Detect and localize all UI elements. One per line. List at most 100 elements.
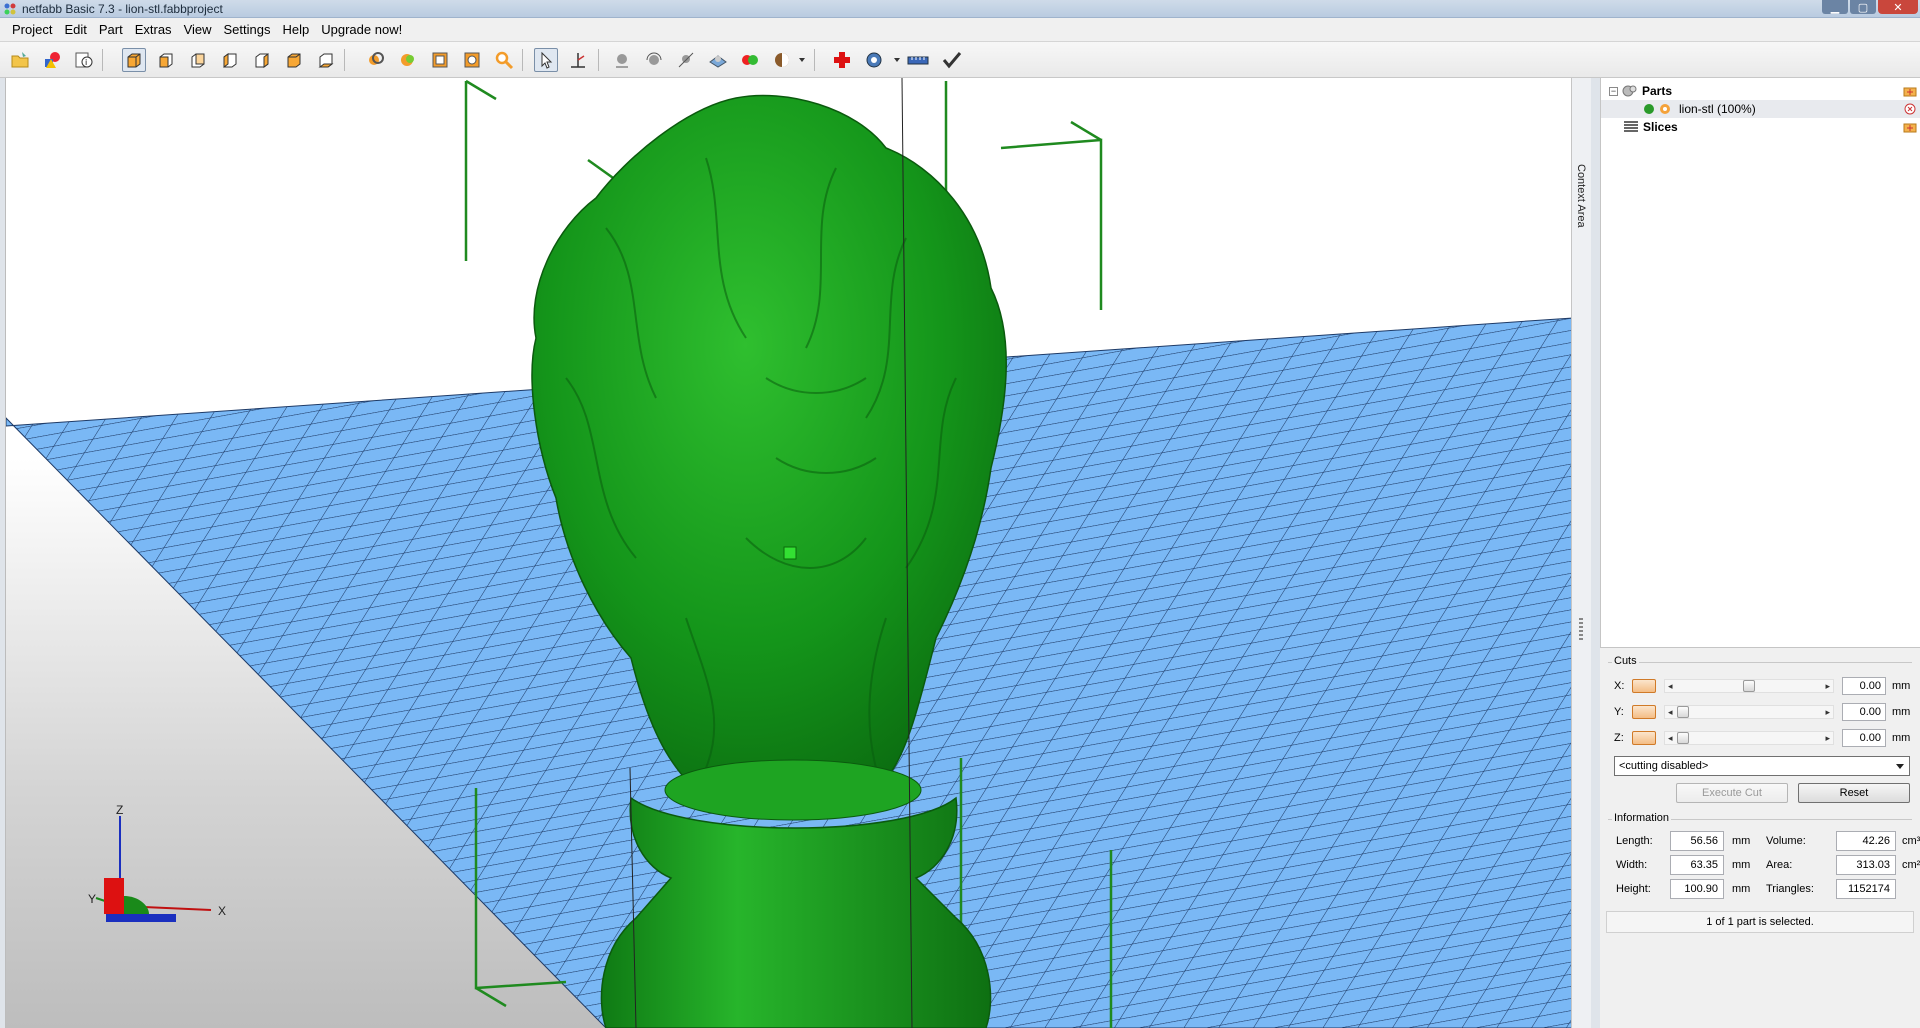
context-area-tab[interactable]: Context Area [1571,78,1591,1028]
slider-left-arrow-icon[interactable]: ◂ [1668,733,1673,744]
width-unit: mm [1732,859,1751,871]
triangles-label: Triangles: [1766,883,1814,895]
cut-row-x: X: ◂ ▸ 0.00 mm [1610,677,1910,695]
splitter-grip[interactable] [1579,618,1583,642]
view-bottom-icon[interactable] [314,48,338,72]
cut-x-slider[interactable]: ◂ ▸ [1664,679,1834,693]
slider-left-arrow-icon[interactable]: ◂ [1668,707,1673,718]
checkmark-icon[interactable] [940,48,964,72]
add-slice-folder-icon[interactable] [1903,121,1917,133]
cut-y-value-input[interactable]: 0.00 [1842,703,1886,721]
reset-button[interactable]: Reset [1798,783,1910,803]
axis-x-label: X [218,904,226,918]
part-info-icon[interactable]: i [72,48,96,72]
netfabb-app-icon [4,3,16,15]
length-label: Length: [1616,835,1653,847]
cut-z-slider-thumb[interactable] [1677,732,1689,744]
menu-view[interactable]: View [178,22,218,37]
zoom-selection-icon[interactable] [396,48,420,72]
cutting-mode-select[interactable]: <cutting disabled> [1614,756,1910,776]
cut-x-color-button[interactable] [1632,679,1656,693]
tree-part-label: lion-stl (100%) [1679,102,1756,116]
cut-z-color-button[interactable] [1632,731,1656,745]
scale-part-icon[interactable] [674,48,698,72]
collapse-toggle-icon[interactable]: − [1609,86,1618,96]
move-part-icon[interactable] [610,48,634,72]
zoom-part-icon[interactable] [460,48,484,72]
slider-right-arrow-icon[interactable]: ▸ [1825,681,1830,692]
shade-mode-icon[interactable] [770,48,794,72]
width-value: 63.35 [1670,855,1724,875]
cut-z-label: Z: [1614,732,1624,744]
view-back-icon[interactable] [186,48,210,72]
zoom-in-icon[interactable] [364,48,388,72]
menu-settings[interactable]: Settings [218,22,277,37]
view-top-icon[interactable] [282,48,306,72]
add-part-folder-icon[interactable] [1903,85,1917,97]
cut-z-value-input[interactable]: 0.00 [1842,729,1886,747]
measure-tool-icon[interactable] [566,48,590,72]
view-front-icon[interactable] [154,48,178,72]
menu-bar: Project Edit Part Extras View Settings H… [0,18,1920,42]
cut-x-value-input[interactable]: 0.00 [1842,677,1886,695]
3d-viewport[interactable]: Z Y X [5,78,1571,1028]
view-right-icon[interactable] [250,48,274,72]
zoom-magnifier-icon[interactable] [492,48,516,72]
cut-z-slider[interactable]: ◂ ▸ [1664,731,1834,745]
menu-project[interactable]: Project [6,22,58,37]
color-icon[interactable] [738,48,762,72]
info-row-height-triangles: Height: 100.90 mm Triangles: 1152174 [1612,879,1912,899]
tree-item-parts[interactable]: − Parts [1601,82,1920,100]
view-3d-icon[interactable] [122,48,146,72]
minimize-button[interactable]: ▁ [1822,0,1848,14]
arrange-icon[interactable] [706,48,730,72]
slider-right-arrow-icon[interactable]: ▸ [1825,707,1830,718]
tree-item-slices[interactable]: Slices [1601,118,1920,136]
tree-parts-label: Parts [1642,84,1673,98]
maximize-button[interactable]: ▢ [1850,0,1876,14]
part-color-icon[interactable] [1659,103,1671,115]
view-left-icon[interactable] [218,48,242,72]
volume-value: 42.26 [1836,831,1896,851]
axis-y-label: Y [88,892,96,906]
slices-stack-icon [1624,121,1638,132]
cutting-mode-value: <cutting disabled> [1619,760,1709,772]
close-button[interactable]: ✕ [1878,0,1918,14]
project-tree: − Parts lion-stl (100%) Slices [1600,78,1920,648]
cut-x-slider-thumb[interactable] [1743,680,1755,692]
info-row-length-volume: Length: 56.56 mm Volume: 42.26 cm³ [1612,831,1920,851]
tree-slices-label: Slices [1643,120,1678,134]
tree-item-lion-stl[interactable]: lion-stl (100%) [1601,100,1920,118]
part-visible-icon[interactable] [1643,103,1655,115]
open-project-icon[interactable] [8,48,32,72]
title-bar: netfabb Basic 7.3 - lion-stl.fabbproject… [0,0,1920,18]
cut-x-label: X: [1614,680,1625,692]
cut-row-z: Z: ◂ ▸ 0.00 mm [1610,729,1910,747]
add-part-icon[interactable] [40,48,64,72]
repair-icon[interactable] [830,48,854,72]
cut-y-slider[interactable]: ◂ ▸ [1664,705,1834,719]
ruler-icon[interactable] [906,48,930,72]
selection-status: 1 of 1 part is selected. [1606,911,1914,933]
menu-help[interactable]: Help [277,22,316,37]
rotate-part-icon[interactable] [642,48,666,72]
cut-y-color-button[interactable] [1632,705,1656,719]
select-tool-icon[interactable] [534,48,558,72]
slider-right-arrow-icon[interactable]: ▸ [1825,733,1830,744]
cuts-title: Cuts [1612,655,1639,667]
selection-center-marker[interactable] [783,546,797,560]
menu-upgrade[interactable]: Upgrade now! [315,22,408,37]
analyze-icon[interactable] [862,48,886,72]
remove-part-icon[interactable] [1903,103,1917,115]
area-value: 313.03 [1836,855,1896,875]
zoom-all-icon[interactable] [428,48,452,72]
menu-edit[interactable]: Edit [58,22,92,37]
cut-y-slider-thumb[interactable] [1677,706,1689,718]
parts-folder-icon [1622,85,1637,97]
slider-left-arrow-icon[interactable]: ◂ [1668,681,1673,692]
side-panel: − Parts lion-stl (100%) Slices Cuts X: ◂… [1600,78,1920,1028]
execute-cut-button[interactable]: Execute Cut [1676,783,1788,803]
menu-extras[interactable]: Extras [129,22,178,37]
menu-part[interactable]: Part [93,22,129,37]
length-unit: mm [1732,835,1751,847]
